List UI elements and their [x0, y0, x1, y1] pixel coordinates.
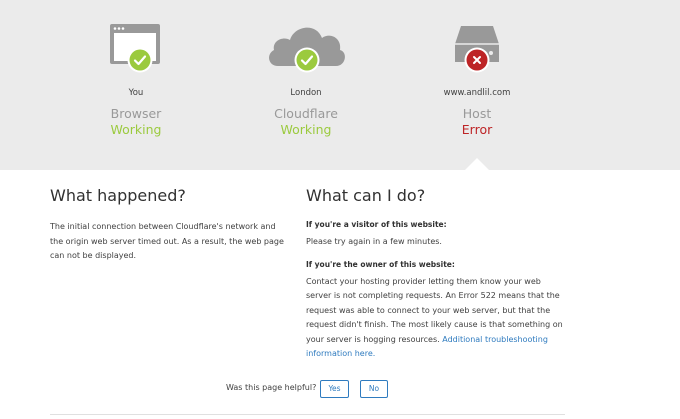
- host-status: Error: [461, 122, 493, 137]
- browser-label: Browser: [110, 106, 162, 121]
- error-x-icon: [464, 47, 490, 73]
- owner-text: Contact your hosting provider letting th…: [306, 276, 563, 344]
- what-happened-section: What happened? The initial connection be…: [50, 186, 290, 264]
- check-icon: [127, 47, 153, 73]
- feedback-bar: Was this page helpful? Yes No: [0, 380, 680, 400]
- visitor-text: Please try again in a few minutes.: [306, 237, 442, 246]
- owner-paragraph: Contact your hosting provider letting th…: [306, 275, 568, 362]
- divider: [50, 414, 565, 415]
- check-icon: [294, 47, 320, 73]
- feedback-yes-button[interactable]: Yes: [320, 380, 349, 398]
- cloudflare-location: London: [290, 88, 322, 98]
- owner-heading: If you're the owner of this website:: [306, 259, 455, 269]
- what-can-i-do-section: What can I do? If you're a visitor of th…: [306, 186, 568, 362]
- host-label: Host: [462, 106, 492, 121]
- host-location: www.andlil.com: [443, 88, 511, 98]
- what-happened-title: What happened?: [50, 186, 186, 205]
- cloudflare-status: Working: [280, 122, 332, 137]
- visitor-heading: If you're a visitor of this website:: [306, 220, 447, 229]
- what-can-i-do-title: What can I do?: [306, 186, 426, 205]
- error-pointer: [464, 158, 490, 171]
- cloudflare-label: Cloudflare: [274, 106, 338, 121]
- what-happened-text: The initial connection between Cloudflar…: [50, 222, 284, 260]
- feedback-question: Was this page helpful?: [226, 383, 317, 392]
- feedback-no-button[interactable]: No: [360, 380, 388, 398]
- browser-location: You: [128, 88, 144, 98]
- browser-status: Working: [110, 122, 162, 137]
